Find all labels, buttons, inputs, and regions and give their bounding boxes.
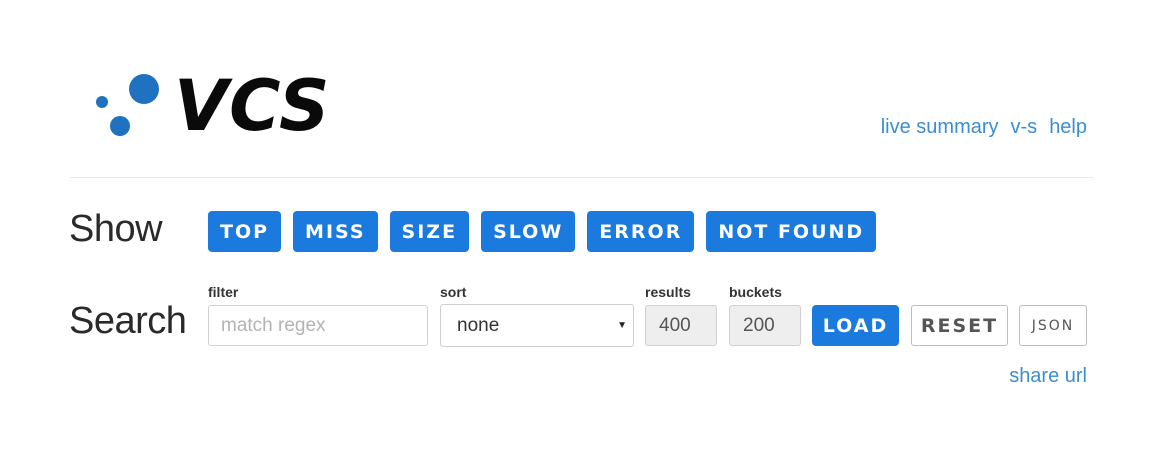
- sort-label: sort: [440, 284, 467, 300]
- json-button[interactable]: JSON: [1019, 305, 1087, 346]
- header-divider: [70, 177, 1094, 178]
- show-not-found-button[interactable]: NOT FOUND: [706, 211, 877, 252]
- share-url-link[interactable]: share url: [1009, 365, 1087, 388]
- sort-selected-value: none: [457, 314, 500, 336]
- caret-down-icon: ▼: [617, 320, 627, 331]
- show-slow-button[interactable]: SLOW: [481, 211, 576, 252]
- search-title: Search: [69, 300, 187, 342]
- nav-help-link[interactable]: help: [1049, 116, 1087, 139]
- nav-v-s-link[interactable]: v-s: [1011, 116, 1038, 139]
- filter-label: filter: [208, 284, 239, 300]
- nav-live-summary-link[interactable]: live summary: [881, 116, 999, 139]
- buckets-label: buckets: [729, 284, 782, 300]
- logo-dot-large: [129, 74, 159, 104]
- results-input[interactable]: [645, 305, 717, 346]
- reset-button[interactable]: RESET: [911, 305, 1008, 346]
- results-label: results: [645, 284, 691, 300]
- vcs-logo: VCS: [94, 66, 329, 146]
- show-title: Show: [69, 208, 163, 250]
- show-top-button[interactable]: TOP: [208, 211, 282, 252]
- load-button[interactable]: LOAD: [812, 305, 899, 346]
- logo-dot-medium: [110, 116, 130, 136]
- sort-select[interactable]: none ▼: [440, 304, 634, 347]
- logo-text: VCS: [174, 65, 331, 147]
- show-button-group: TOP MISS SIZE SLOW ERROR NOT FOUND: [208, 211, 877, 252]
- logo-dot-small: [96, 96, 108, 108]
- show-error-button[interactable]: ERROR: [587, 211, 695, 252]
- buckets-input[interactable]: [729, 305, 801, 346]
- top-nav: live summary v-s help: [881, 116, 1087, 139]
- show-size-button[interactable]: SIZE: [389, 211, 470, 252]
- filter-input[interactable]: [208, 305, 428, 346]
- show-miss-button[interactable]: MISS: [293, 211, 378, 252]
